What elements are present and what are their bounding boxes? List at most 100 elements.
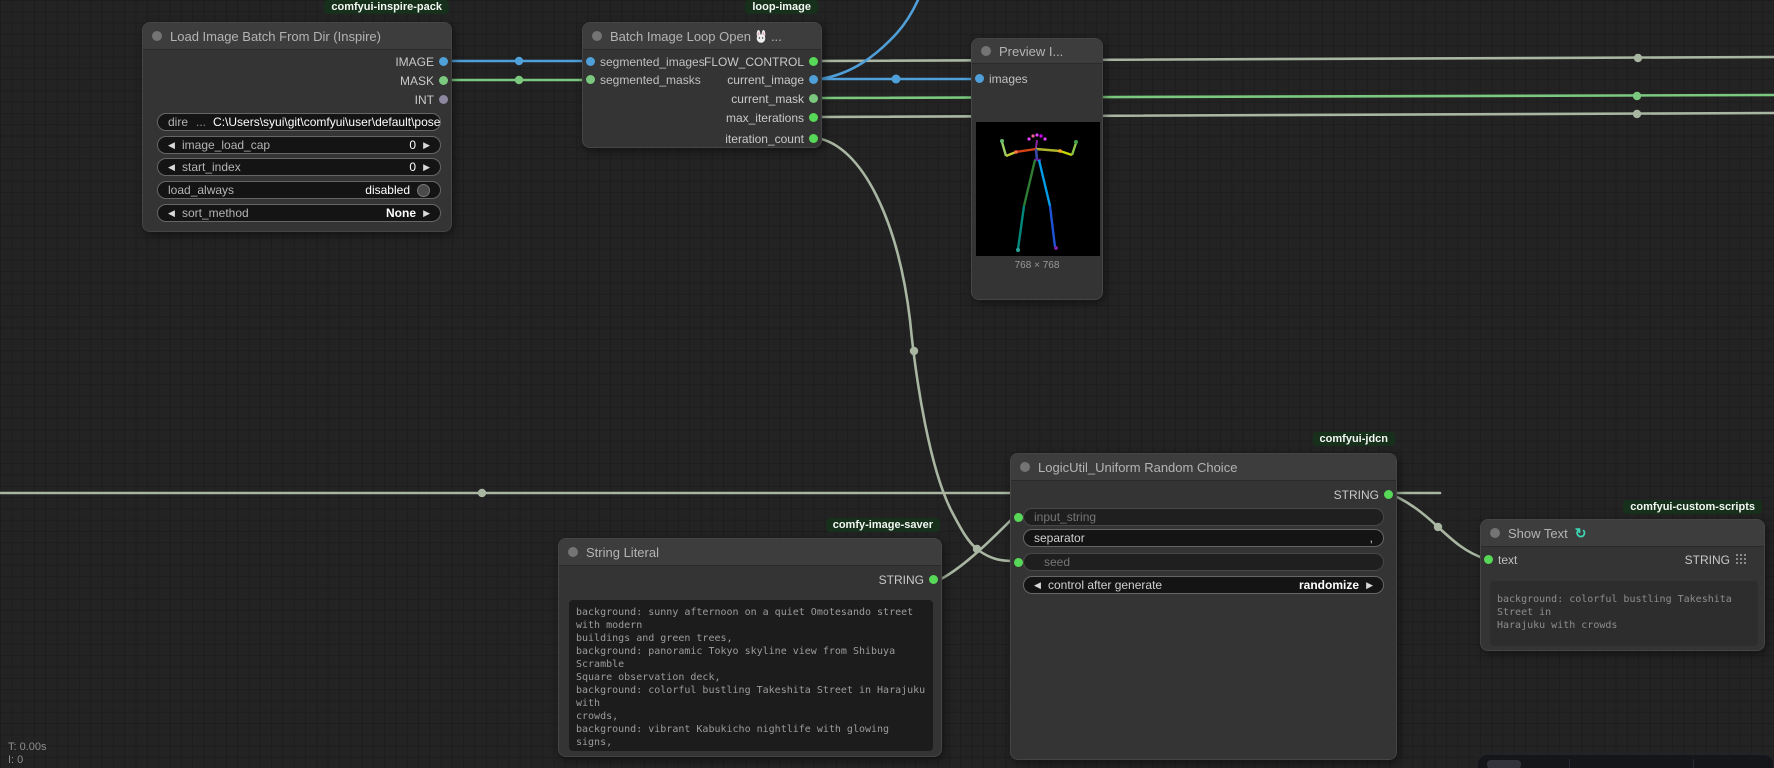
input-label: segmented_masks [600, 72, 701, 88]
input-socket-input-string[interactable] [1014, 513, 1023, 522]
input-label: images [989, 71, 1028, 87]
node-status-dot [568, 547, 578, 557]
decrement-arrow-icon[interactable]: ◀ [168, 159, 182, 175]
output-label: INT [415, 92, 434, 108]
output-label: FLOW_CONTROL [704, 54, 804, 70]
image-resolution-label: 768 × 768 [972, 260, 1102, 271]
partial-node-pill [1487, 760, 1521, 768]
widget-label: seed [1044, 554, 1070, 570]
output-socket-current-image[interactable] [809, 75, 818, 84]
node-load-image-batch[interactable]: Load Image Batch From Dir (Inspire) IMAG… [142, 22, 452, 232]
widget-label: start_index [182, 159, 241, 175]
sort-method-widget[interactable]: ◀ sort_method None ▶ [157, 204, 441, 222]
status-iteration: I: 0 [8, 754, 23, 767]
string-literal-textarea[interactable]: background: sunny afternoon on a quiet O… [569, 600, 933, 751]
show-text-output-box[interactable]: background: colorful bustling Takeshita … [1490, 581, 1758, 646]
widget-value: , [1370, 530, 1373, 546]
node-title-bar[interactable]: LogicUtil_Uniform Random Choice [1011, 454, 1396, 481]
node-string-literal[interactable]: String Literal STRING background: sunny … [558, 538, 942, 757]
node-title: Show Text [1508, 526, 1568, 541]
directory-widget[interactable]: dire ... C:\Users\syui\git\comfyui\user\… [157, 113, 441, 131]
increment-arrow-icon[interactable]: ▶ [416, 205, 430, 221]
node-title: Load Image Batch From Dir (Inspire) [170, 29, 381, 44]
status-time: T: 0.00s [8, 741, 47, 754]
input-socket-segmented-masks[interactable] [586, 75, 595, 84]
output-label: STRING [1334, 487, 1379, 503]
input-socket-segmented-images[interactable] [586, 57, 595, 66]
input-label: segmented_images [600, 54, 705, 70]
node-title-bar[interactable]: String Literal [559, 539, 941, 566]
node-graph-canvas[interactable]: comfyui-inspire-pack loop-image comfyui-… [0, 0, 1774, 768]
widget-label: control after generate [1048, 577, 1162, 593]
node-title: Preview I... [999, 44, 1063, 59]
divider [1569, 759, 1570, 768]
node-badge: loop-image [745, 0, 818, 14]
node-title-bar[interactable]: Batch Image Loop Open ... [583, 23, 821, 50]
node-title: String Literal [586, 545, 659, 560]
separator-widget[interactable]: separator , [1023, 529, 1384, 547]
input-socket-text[interactable] [1484, 555, 1493, 564]
output-label: STRING [1685, 552, 1747, 568]
widget-value: 0 [409, 137, 416, 153]
output-socket-image[interactable] [439, 57, 448, 66]
input-string-slot[interactable]: input_string [1023, 508, 1384, 526]
input-label: text [1498, 552, 1517, 568]
node-status-dot [152, 31, 162, 41]
decrement-arrow-icon[interactable]: ◀ [168, 205, 182, 221]
partial-node[interactable] [1477, 754, 1774, 768]
increment-arrow-icon[interactable]: ▶ [1359, 577, 1373, 593]
node-status-dot [592, 31, 602, 41]
increment-arrow-icon[interactable]: ▶ [416, 137, 430, 153]
node-title-bar[interactable]: Load Image Batch From Dir (Inspire) [143, 23, 451, 50]
control-after-generate-widget[interactable]: ◀ control after generate randomize ▶ [1023, 576, 1384, 594]
node-title-bar[interactable]: Preview I... [972, 39, 1102, 64]
output-socket-string[interactable] [1384, 490, 1393, 499]
input-socket-seed[interactable] [1014, 558, 1023, 567]
preview-image-frame [976, 122, 1100, 256]
increment-arrow-icon[interactable]: ▶ [416, 159, 430, 175]
start-index-widget[interactable]: ◀ start_index 0 ▶ [157, 158, 441, 176]
node-logicutil-random-choice[interactable]: LogicUtil_Uniform Random Choice STRING i… [1010, 453, 1397, 760]
decrement-arrow-icon[interactable]: ◀ [168, 137, 182, 153]
node-preview-image[interactable]: Preview I... images [971, 38, 1103, 300]
show-text-logo-icon: ↻ [1575, 525, 1587, 542]
grip-dots-icon[interactable] [1736, 554, 1747, 565]
node-title: Batch Image Loop Open [610, 29, 751, 44]
output-socket-iteration-count[interactable] [809, 134, 818, 143]
widget-value: randomize [1299, 577, 1359, 593]
widget-label: input_string [1034, 509, 1096, 525]
output-socket-int[interactable] [439, 95, 448, 104]
output-label: max_iterations [726, 110, 804, 126]
output-socket-string[interactable] [929, 575, 938, 584]
widget-label: image_load_cap [182, 137, 270, 153]
node-badge: comfy-image-saver [826, 518, 940, 532]
widget-label: dire [168, 114, 188, 130]
node-status-dot [981, 46, 991, 56]
output-socket-mask[interactable] [439, 76, 448, 85]
widget-label: load_always [168, 182, 234, 198]
divider [1693, 759, 1694, 768]
output-socket-max-iterations[interactable] [809, 113, 818, 122]
input-socket-images[interactable] [975, 74, 984, 83]
seed-slot[interactable]: seed [1023, 553, 1384, 571]
node-title-bar[interactable]: Show Text ↻ [1481, 520, 1764, 547]
load-always-toggle[interactable]: load_always disabled [157, 181, 441, 199]
output-label: IMAGE [395, 54, 434, 70]
output-label: STRING [879, 572, 924, 588]
output-socket-flow-control[interactable] [809, 57, 818, 66]
node-show-text[interactable]: Show Text ↻ text STRING background: colo… [1480, 519, 1765, 651]
image-load-cap-widget[interactable]: ◀ image_load_cap 0 ▶ [157, 136, 441, 154]
widget-value: 0 [409, 159, 416, 175]
node-badge: comfyui-custom-scripts [1623, 500, 1762, 514]
rabbit-icon [754, 30, 768, 43]
node-batch-image-loop[interactable]: Batch Image Loop Open ... segmented_imag… [582, 22, 822, 148]
ellipsis: ... [196, 114, 206, 130]
node-status-dot [1490, 528, 1500, 538]
decrement-arrow-icon[interactable]: ◀ [1034, 577, 1048, 593]
widget-value: C:\Users\syui\git\comfyui\user\default\p… [213, 114, 440, 130]
node-badge: comfyui-jdcn [1313, 432, 1395, 446]
output-socket-current-mask[interactable] [809, 94, 818, 103]
node-title: LogicUtil_Uniform Random Choice [1038, 460, 1237, 475]
output-label: MASK [400, 73, 434, 89]
toggle-circle-icon[interactable] [417, 184, 430, 197]
